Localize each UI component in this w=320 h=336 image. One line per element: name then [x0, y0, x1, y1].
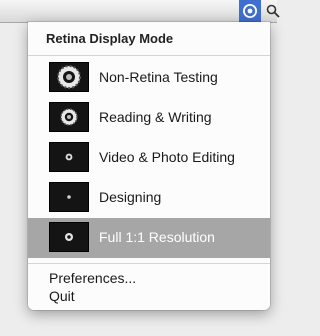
menu-separator [28, 263, 270, 264]
menu-item-non-retina-testing[interactable]: Non-Retina Testing [28, 58, 270, 98]
menu-item-reading-writing[interactable]: Reading & Writing [28, 98, 270, 138]
aperture-medium-icon [49, 102, 89, 132]
retina-display-status-item[interactable] [239, 0, 261, 22]
mode-label: Non-Retina Testing [99, 69, 218, 85]
menu-item-video-photo-editing[interactable]: Video & Photo Editing [28, 138, 270, 178]
mode-label: Video & Photo Editing [99, 149, 235, 165]
retina-display-icon [242, 3, 258, 19]
aperture-large-icon [49, 62, 89, 92]
aperture-small-icon [49, 222, 89, 252]
spotlight-status-item[interactable] [262, 0, 284, 22]
menu-item-designing[interactable]: Designing [28, 178, 270, 218]
retina-mode-menu: Retina Display Mode Non-Retina Testing R… [28, 22, 270, 310]
spotlight-icon [266, 4, 280, 18]
aperture-tiny-icon [49, 182, 89, 212]
mode-label: Full 1:1 Resolution [99, 229, 215, 245]
menu-item-full-resolution[interactable]: Full 1:1 Resolution [28, 218, 270, 258]
mode-label: Designing [99, 189, 162, 205]
quit-menu-item[interactable]: Quit [28, 287, 270, 305]
aperture-small-icon [49, 142, 89, 172]
menu-title: Retina Display Mode [46, 31, 174, 46]
menu-separator [28, 55, 270, 56]
mode-label: Reading & Writing [99, 109, 212, 125]
preferences-menu-item[interactable]: Preferences... [28, 269, 270, 287]
menu-bar [0, 0, 280, 23]
